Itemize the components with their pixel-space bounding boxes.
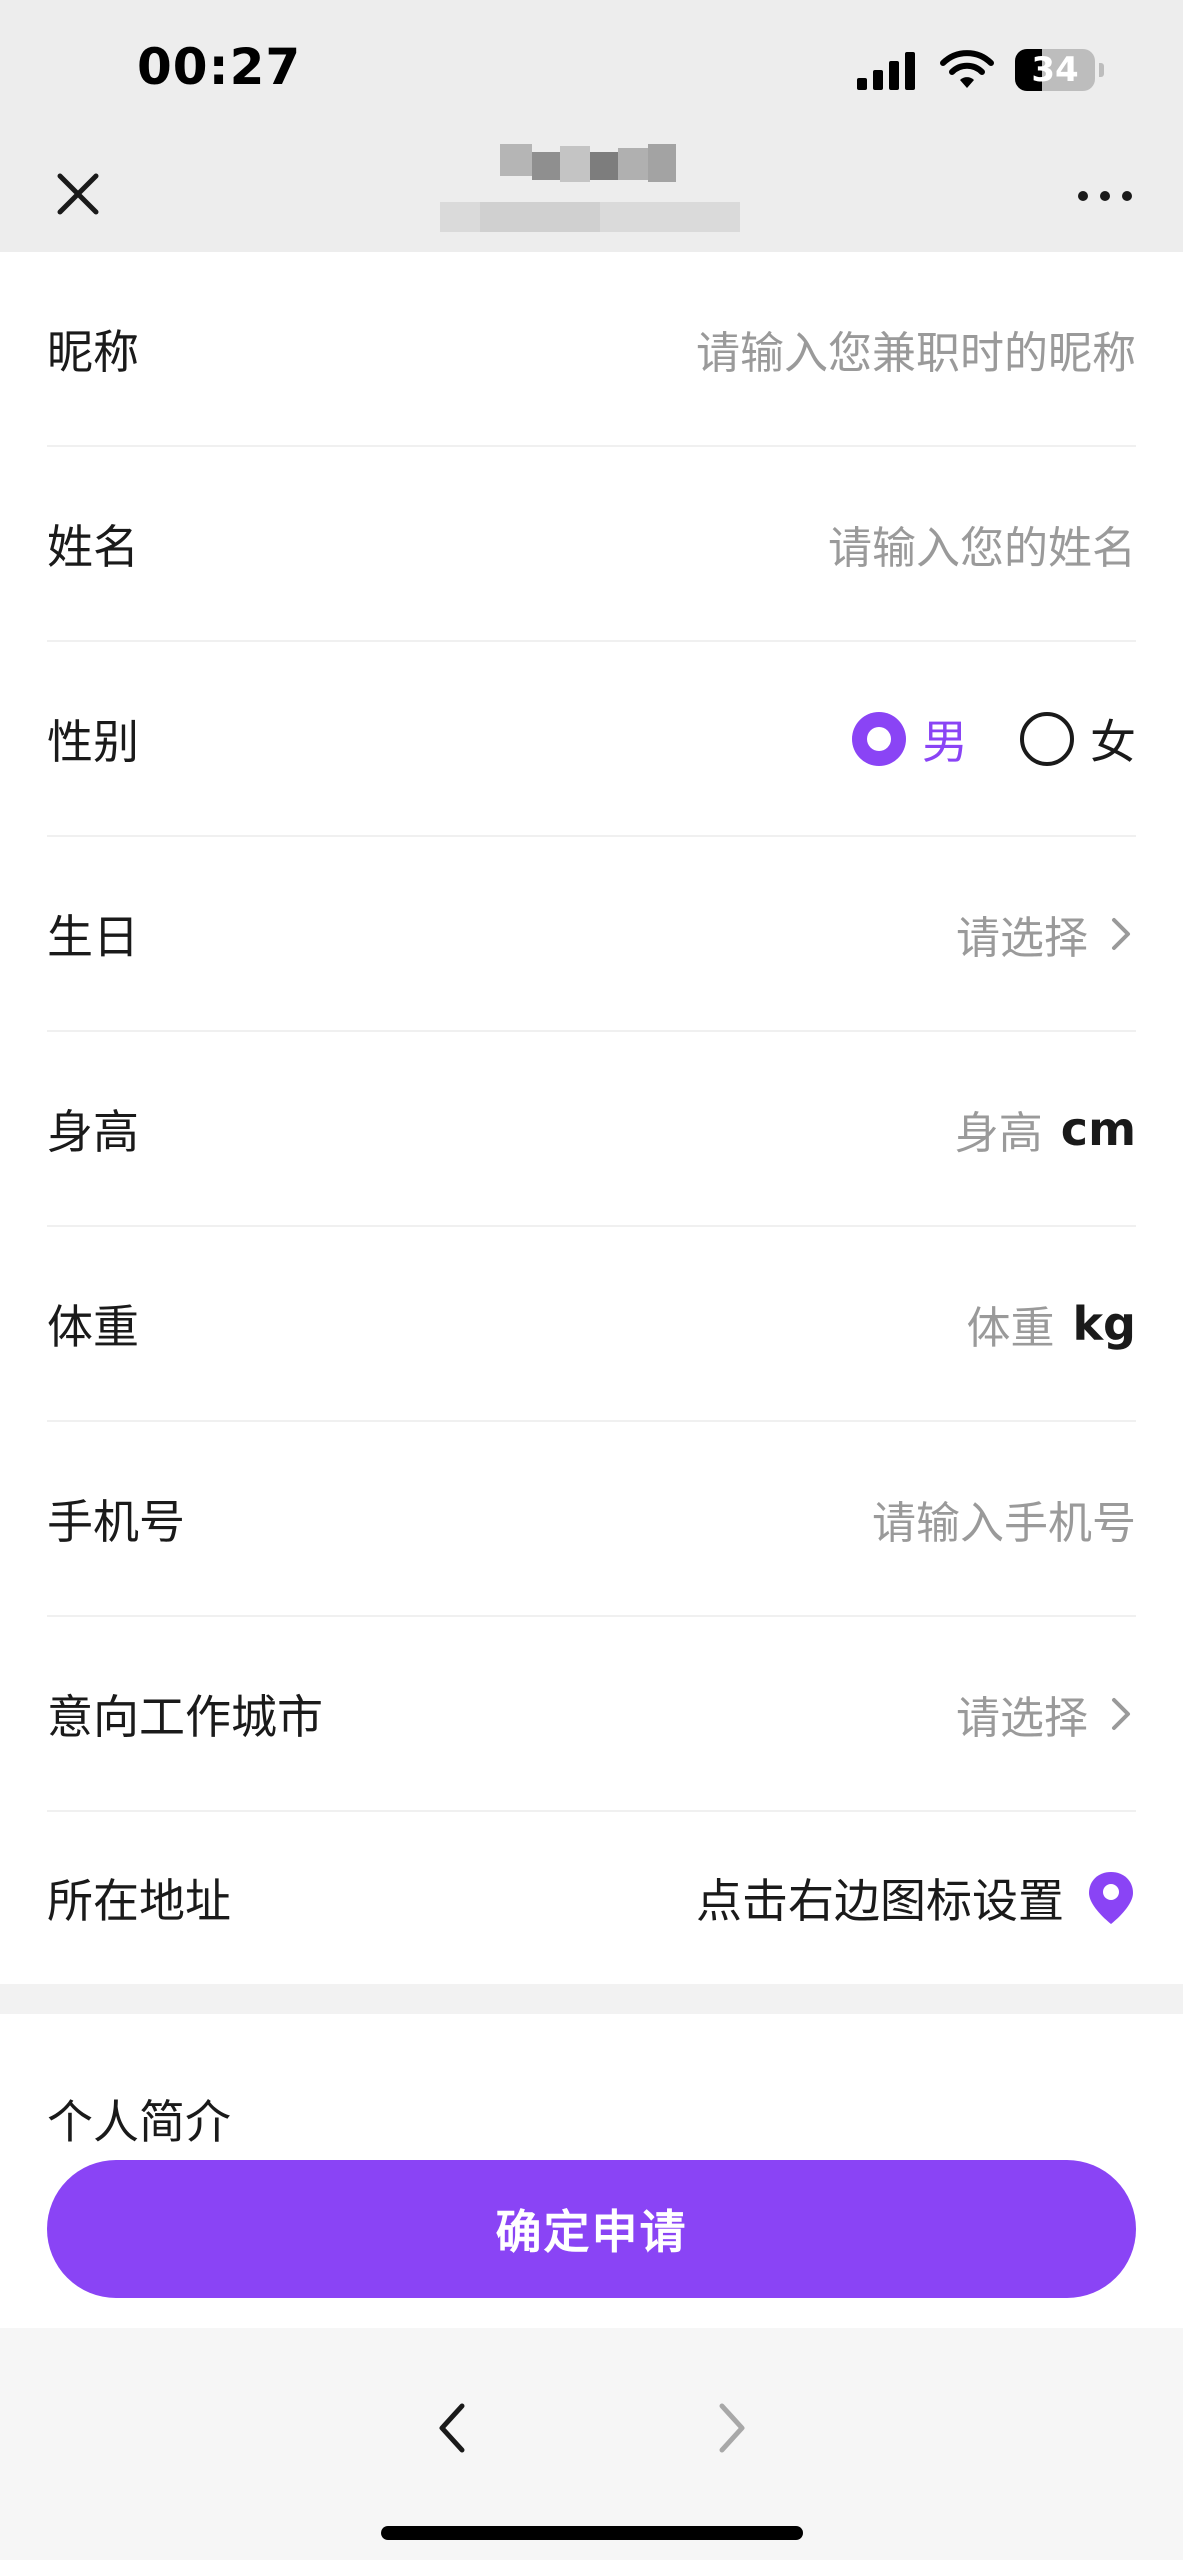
status-bar: 00:27 34 bbox=[0, 0, 1183, 140]
gender-option-male[interactable]: 男 bbox=[852, 706, 968, 772]
more-icon[interactable] bbox=[1075, 174, 1135, 218]
form-row-birthday[interactable]: 生日 请选择 bbox=[47, 837, 1136, 1032]
birthday-picker[interactable]: 请选择 bbox=[956, 902, 1136, 966]
home-indicator[interactable] bbox=[381, 2526, 803, 2540]
application-form: 昵称 请输入您兼职时的昵称 姓名 请输入您的姓名 性别 男 女 生日 请选择 身… bbox=[0, 252, 1183, 1984]
city-placeholder: 请选择 bbox=[956, 1692, 1088, 1744]
city-label: 意向工作城市 bbox=[47, 1689, 323, 1744]
name-input[interactable]: 请输入您的姓名 bbox=[828, 512, 1136, 576]
back-arrow-icon[interactable] bbox=[430, 2378, 474, 2478]
nickname-input[interactable]: 请输入您兼职时的昵称 bbox=[696, 317, 1136, 381]
battery-icon: 34 bbox=[1015, 49, 1104, 91]
nav-bar bbox=[0, 140, 1183, 252]
address-label: 所在地址 bbox=[47, 1874, 231, 1928]
weight-input[interactable]: 体重 bbox=[966, 1292, 1054, 1356]
height-label: 身高 bbox=[47, 1104, 139, 1159]
birthday-label: 生日 bbox=[47, 909, 139, 964]
weight-unit: kg bbox=[1072, 1296, 1136, 1351]
status-time: 00:27 bbox=[137, 38, 302, 96]
form-row-name[interactable]: 姓名 请输入您的姓名 bbox=[47, 447, 1136, 642]
phone-input[interactable]: 请输入手机号 bbox=[872, 1487, 1136, 1551]
form-row-gender: 性别 男 女 bbox=[47, 642, 1136, 837]
section-divider bbox=[0, 1984, 1183, 2014]
chevron-right-icon bbox=[1112, 1697, 1130, 1730]
weight-label: 体重 bbox=[47, 1299, 139, 1354]
gender-option-female[interactable]: 女 bbox=[1020, 706, 1136, 772]
submit-label: 确定申请 bbox=[495, 2206, 688, 2258]
gender-female-label: 女 bbox=[1090, 714, 1136, 769]
battery-level: 34 bbox=[1031, 50, 1079, 90]
page-title-obscured bbox=[440, 140, 740, 236]
wifi-icon bbox=[940, 50, 994, 88]
birthday-placeholder: 请选择 bbox=[956, 912, 1088, 964]
height-unit: cm bbox=[1060, 1101, 1136, 1156]
forward-arrow-icon[interactable] bbox=[710, 2378, 754, 2478]
submit-button[interactable]: 确定申请 bbox=[47, 2160, 1136, 2298]
radio-unselected-icon bbox=[1020, 711, 1074, 766]
form-row-city[interactable]: 意向工作城市 请选择 bbox=[47, 1617, 1136, 1812]
city-picker[interactable]: 请选择 bbox=[956, 1682, 1136, 1746]
gender-label: 性别 bbox=[47, 714, 139, 769]
form-row-height[interactable]: 身高 身高 cm bbox=[47, 1032, 1136, 1227]
gender-male-label: 男 bbox=[922, 714, 968, 769]
form-row-weight[interactable]: 体重 体重 kg bbox=[47, 1227, 1136, 1422]
address-hint: 点击右边图标设置 bbox=[696, 1874, 1064, 1928]
browser-toolbar bbox=[0, 2328, 1183, 2560]
location-pin-icon[interactable] bbox=[1086, 1870, 1136, 1926]
gender-radio-group: 男 女 bbox=[800, 706, 1136, 772]
form-row-phone[interactable]: 手机号 请输入手机号 bbox=[47, 1422, 1136, 1617]
radio-selected-icon bbox=[852, 711, 906, 766]
height-input[interactable]: 身高 bbox=[955, 1097, 1043, 1161]
status-icons: 34 bbox=[857, 42, 1104, 98]
chevron-right-icon bbox=[1112, 917, 1130, 950]
cellular-signal-icon bbox=[857, 52, 915, 90]
bio-label: 个人简介 bbox=[47, 2095, 231, 2149]
form-row-address: 所在地址 点击右边图标设置 bbox=[47, 1812, 1136, 1984]
form-row-nickname[interactable]: 昵称 请输入您兼职时的昵称 bbox=[47, 252, 1136, 447]
close-icon[interactable] bbox=[48, 164, 108, 224]
nickname-label: 昵称 bbox=[47, 324, 139, 379]
name-label: 姓名 bbox=[47, 519, 139, 574]
phone-label: 手机号 bbox=[47, 1494, 185, 1549]
